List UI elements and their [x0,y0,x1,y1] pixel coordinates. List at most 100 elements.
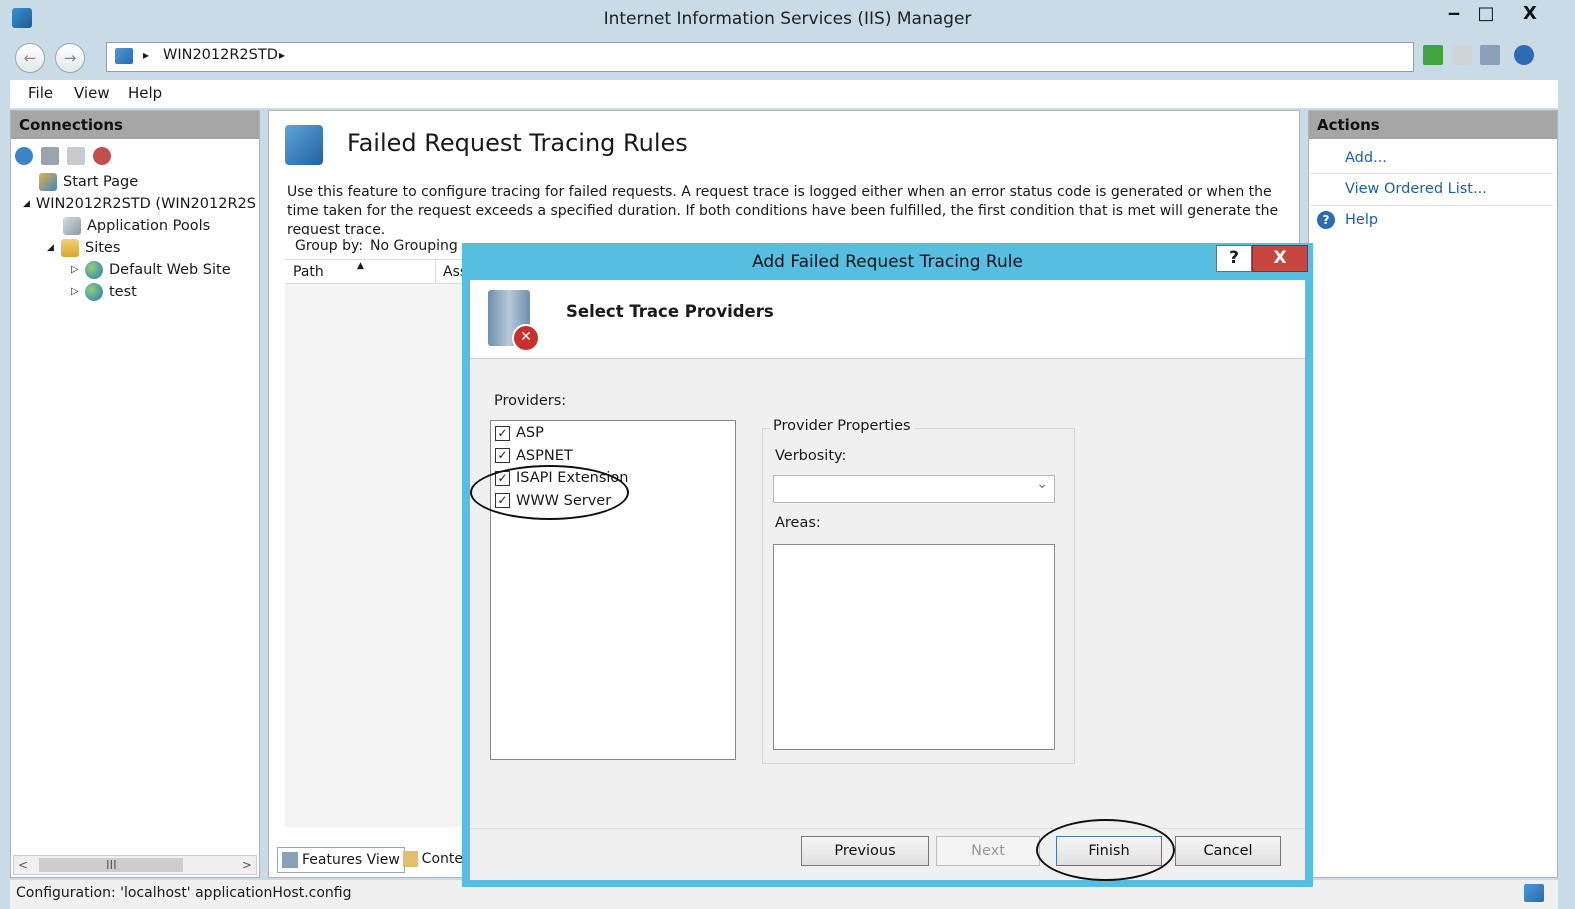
provider-item-aspnet[interactable]: ✓ ASPNET [491,445,735,468]
next-button[interactable]: Next [936,836,1040,866]
cancel-button[interactable]: Cancel [1175,836,1281,866]
globe-icon [85,283,103,301]
tree-item-sites[interactable]: ◢ Sites [15,237,255,259]
provider-label: ASP [516,425,544,442]
menu-view[interactable]: View [74,84,110,102]
forward-arrow-icon: → [63,49,77,67]
tab-label: Conte [421,851,463,867]
tree-item-start-page[interactable]: Start Page [15,171,255,193]
features-view-icon [282,852,298,868]
page-title: Failed Request Tracing Rules [347,129,688,157]
connections-tree: Start Page ◢ WIN2012R2STD (WIN2012R2S Ap… [15,171,256,303]
checkbox-checked-icon[interactable]: ✓ [495,448,510,464]
status-text: Configuration: 'localhost' applicationHo… [16,885,352,901]
scroll-left-icon[interactable]: < [14,858,28,872]
scroll-right-icon[interactable]: > [242,858,256,872]
expand-icon[interactable]: ▷ [71,281,85,303]
refresh-icon[interactable] [1423,45,1443,65]
connections-panel: Connections Start Page ◢ WIN2012R2STD (W… [10,110,260,878]
add-rule-dialog: Add Failed Request Tracing Rule ? X ✕ Se… [462,243,1313,887]
add-action-link[interactable]: Add... [1345,150,1387,166]
expand-icon[interactable]: ▷ [71,259,85,281]
server-status-icon [1524,884,1544,902]
annotation-circle-finish [1036,819,1175,881]
feature-description: Use this feature to configure tracing fo… [287,184,1279,238]
help-action-link[interactable]: Help [1345,212,1378,228]
wizard-footer: Previous Next Finish Cancel [470,828,1305,880]
areas-list[interactable] [773,544,1055,750]
start-page-icon [39,173,57,191]
tree-item-label: Default Web Site [109,262,231,278]
tracing-feature-icon [285,125,323,165]
menu-file[interactable]: File [28,84,53,102]
back-button[interactable]: ← [15,43,45,73]
sites-folder-icon [61,239,79,257]
wizard-body: Providers: ✓ ASP ✓ ASPNET ✓ ISAPI Extens… [470,359,1305,828]
horizontal-scrollbar[interactable]: < III > [13,855,257,875]
actions-panel: Actions Add... View Ordered List... ? He… [1308,110,1558,878]
providers-label: Providers: [494,393,567,409]
dialog-title: Add Failed Request Tracing Rule [752,252,1023,272]
breadcrumb-separator-icon: ▸ [143,48,150,62]
app-pools-icon [63,217,81,235]
breadcrumb-server[interactable]: WIN2012R2STD [163,47,278,63]
tree-item-test[interactable]: ▷ test [15,281,255,303]
actions-title: Actions [1309,111,1557,139]
wizard-step-title: Select Trace Providers [566,302,774,321]
tree-item-label: Start Page [63,174,139,190]
connections-toolbar [15,145,255,167]
chevron-down-icon[interactable]: ⌄ [1036,476,1048,492]
tree-item-default-web-site[interactable]: ▷ Default Web Site [15,259,255,281]
view-ordered-list-link[interactable]: View Ordered List... [1345,181,1487,197]
annotation-circle-providers [470,465,629,520]
dialog-help-button[interactable]: ? [1216,245,1252,272]
maximize-button[interactable]: □ [1464,0,1508,26]
verbosity-dropdown[interactable]: ⌄ [773,475,1055,503]
provider-properties-label: Provider Properties [770,418,914,434]
checkbox-checked-icon[interactable]: ✓ [495,425,510,441]
previous-button[interactable]: Previous [801,836,929,866]
tab-features-view[interactable]: Features View [277,847,405,873]
address-bar[interactable]: ▸ WIN2012R2STD ▸ [106,42,1414,72]
provider-label: ASPNET [516,447,573,464]
verbosity-label: Verbosity: [775,448,847,464]
disconnect-icon[interactable] [93,147,111,165]
breadcrumb-chevron-icon[interactable]: ▸ [279,48,285,62]
globe-icon [85,261,103,279]
close-button[interactable]: X [1508,0,1552,26]
scroll-thumb[interactable]: III [39,858,184,872]
group-by-select[interactable]: No Grouping [370,238,458,254]
forward-button[interactable]: → [55,43,85,73]
server-icon [115,48,133,64]
provider-properties-group: Provider Properties Verbosity: ⌄ Areas: [762,418,1075,764]
tab-label: Features View [302,852,400,868]
menu-help[interactable]: Help [128,84,162,102]
stop-icon[interactable] [1452,45,1472,65]
dialog-close-button[interactable]: X [1252,245,1308,272]
areas-label: Areas: [775,515,821,531]
save-icon[interactable] [41,147,59,165]
content-view-icon [403,851,418,867]
tab-content-view[interactable]: Conte [403,847,463,871]
provider-item-asp[interactable]: ✓ ASP [491,422,735,445]
menu-bar [10,80,1558,108]
connect-icon[interactable] [15,147,33,165]
wizard-header: ✕ Select Trace Providers [470,280,1305,359]
back-arrow-icon: ← [23,49,37,67]
group-by-label: Group by: [295,238,363,254]
up-icon[interactable] [67,147,85,165]
column-path[interactable]: Path [293,264,324,280]
window-title: Internet Information Services (IIS) Mana… [603,9,972,29]
help-menu-icon[interactable] [1514,45,1534,65]
title-bar: Internet Information Services (IIS) Mana… [0,0,1575,38]
collapse-icon[interactable]: ◢ [23,193,30,215]
collapse-icon[interactable]: ◢ [47,237,61,259]
sort-ascending-icon: ▲ [357,261,364,271]
error-badge-icon: ✕ [512,324,540,352]
tree-item-server[interactable]: ◢ WIN2012R2STD (WIN2012R2S [15,193,256,215]
home-icon[interactable] [1480,45,1500,65]
tree-item-app-pools[interactable]: Application Pools [15,215,255,237]
help-icon: ? [1317,211,1335,229]
tree-item-label: test [109,284,137,300]
tree-item-label: Sites [85,240,121,256]
